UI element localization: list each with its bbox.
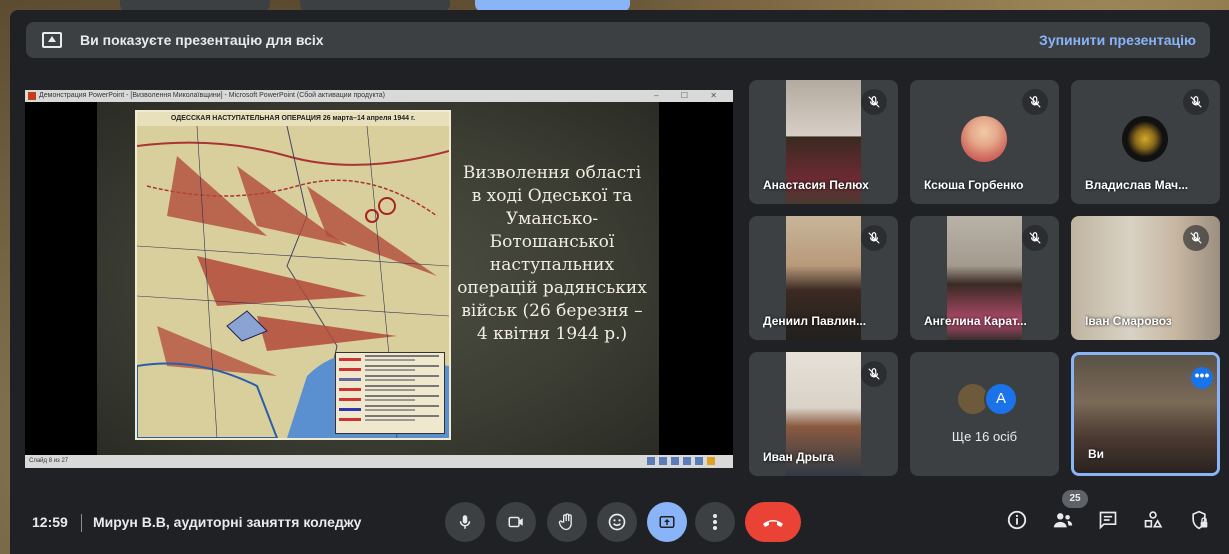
clock: 12:59 — [32, 514, 68, 530]
chat-button[interactable] — [1096, 508, 1120, 532]
participant-tile[interactable]: Иван Дрыга — [749, 352, 898, 476]
people-count-badge: 25 — [1062, 490, 1088, 508]
bottom-toolbar: 12:59 Мирун В.В, аудиторні заняття колед… — [10, 490, 1229, 552]
people-icon — [1053, 513, 1073, 528]
mic-off-icon — [861, 225, 887, 251]
emoji-icon — [608, 513, 626, 531]
presenting-text: Ви показуєте презентацію для всіх — [80, 32, 324, 48]
mic-off-icon — [1022, 89, 1048, 115]
powerpoint-statusbar: Слайд 8 из 27 — [25, 455, 733, 468]
view-buttons — [647, 457, 727, 466]
avatar — [1122, 116, 1168, 162]
avatar — [961, 116, 1007, 162]
participant-name: Владислав Мач... — [1085, 178, 1189, 192]
participant-name: Ангелина Карат... — [924, 314, 1027, 328]
participant-name: Иван Дрыга — [763, 450, 834, 464]
meet-window: Ви показуєте презентацію для всіх Зупини… — [10, 10, 1229, 554]
raise-hand-button[interactable] — [547, 502, 587, 542]
mic-off-icon — [861, 361, 887, 387]
prev-icon[interactable] — [647, 457, 655, 465]
camera-icon — [508, 516, 523, 528]
present-button[interactable] — [647, 502, 687, 542]
participant-tile[interactable]: Дениил Павлин... — [749, 216, 898, 340]
activities-button[interactable] — [1141, 508, 1165, 532]
separator — [81, 514, 82, 532]
participant-name: Ксюша Горбенко — [924, 178, 1024, 192]
others-initial-avatar: A — [984, 382, 1018, 416]
normal-view-icon[interactable] — [683, 457, 691, 465]
map-title: ОДЕССКАЯ НАСТУПАТЕЛЬНАЯ ОПЕРАЦИЯ 26 март… — [137, 112, 449, 127]
present-icon — [659, 516, 675, 528]
end-call-button[interactable] — [745, 502, 801, 542]
meeting-title: Мирун В.В, аудиторні заняття коледжу — [93, 514, 362, 530]
self-name: Ви — [1088, 447, 1105, 461]
participant-tile[interactable]: Анастасия Пелюх — [749, 80, 898, 204]
participant-tile[interactable]: Ксюша Горбенко — [910, 80, 1059, 204]
next-icon[interactable] — [671, 457, 679, 465]
mic-icon — [459, 515, 471, 529]
meeting-details-button[interactable] — [1005, 508, 1029, 532]
powerpoint-titlebar: Демонстрация PowerPoint - [Визволення Ми… — [25, 90, 733, 102]
more-vert-icon — [713, 514, 717, 530]
mic-off-icon — [1183, 225, 1209, 251]
slideshow-view-icon[interactable] — [707, 457, 715, 465]
participant-name: Дениил Павлин... — [763, 314, 867, 328]
end-call-icon — [763, 520, 783, 527]
reactions-button[interactable] — [597, 502, 637, 542]
sorter-view-icon[interactable] — [695, 457, 703, 465]
slide-text: Визволення області в ході Одеської та Ум… — [457, 163, 647, 344]
map-legend — [335, 352, 445, 434]
participant-name: Анастасия Пелюх — [763, 178, 869, 192]
menu-icon[interactable] — [659, 457, 667, 465]
historical-map: ОДЕССКАЯ НАСТУПАТЕЛЬНАЯ ОПЕРАЦИЯ 26 март… — [135, 110, 451, 440]
window-title: Демонстрация PowerPoint - [Визволення Ми… — [39, 92, 385, 99]
participant-name: Іван Смаровоз — [1085, 314, 1172, 328]
present-icon — [42, 32, 62, 48]
participant-tile[interactable]: Іван Смаровоз — [1071, 216, 1220, 340]
mic-off-icon — [861, 89, 887, 115]
participant-tile[interactable]: Владислав Мач... — [1071, 80, 1220, 204]
slide-counter: Слайд 8 из 27 — [29, 458, 69, 464]
people-button[interactable] — [1051, 508, 1075, 532]
slide: ОДЕССКАЯ НАСТУПАТЕЛЬНАЯ ОПЕРАЦИЯ 26 март… — [97, 102, 659, 455]
host-controls-button[interactable] — [1187, 508, 1211, 532]
more-options-button[interactable] — [695, 502, 735, 542]
more-options-button[interactable]: ••• — [1191, 367, 1213, 389]
others-tile[interactable]: A Ще 16 осіб — [910, 352, 1059, 476]
raise-hand-icon — [558, 513, 572, 531]
shared-screen: Демонстрация PowerPoint - [Визволення Ми… — [25, 90, 733, 468]
self-tile[interactable]: ••• Ви — [1071, 352, 1220, 476]
participant-tile[interactable]: Ангелина Карат... — [910, 216, 1059, 340]
mic-button[interactable] — [445, 502, 485, 542]
mic-off-icon — [1022, 225, 1048, 251]
camera-button[interactable] — [496, 502, 536, 542]
slide-area: ОДЕССКАЯ НАСТУПАТЕЛЬНАЯ ОПЕРАЦИЯ 26 март… — [25, 102, 733, 455]
window-controls: – ☐ ✕ — [654, 91, 727, 100]
powerpoint-icon — [28, 92, 36, 100]
chat-icon — [1099, 511, 1117, 530]
others-count: Ще 16 осіб — [951, 429, 1018, 444]
info-icon — [1007, 510, 1027, 530]
host-controls-icon — [1192, 510, 1208, 530]
activities-icon — [1144, 511, 1163, 528]
stop-presenting-button[interactable]: Зупинити презентацію — [1039, 32, 1196, 48]
mic-off-icon — [1183, 89, 1209, 115]
presenting-banner: Ви показуєте презентацію для всіх Зупини… — [26, 22, 1210, 58]
